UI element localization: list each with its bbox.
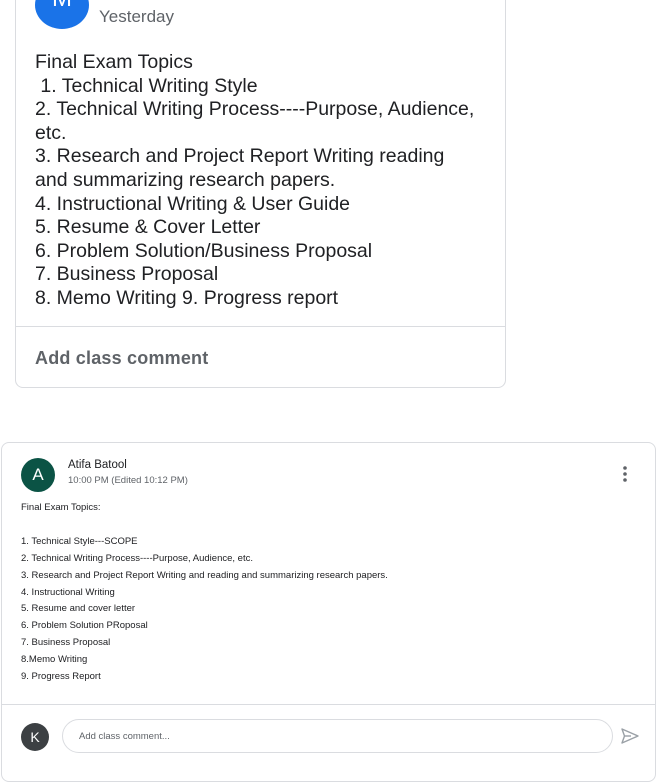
post-body-line: 3. Research and Project Report Writing r… — [35, 145, 445, 168]
post-body-line: and summarizing research papers. — [35, 168, 336, 191]
post-body: Final Exam Topics 1. Technical Writing S… — [35, 51, 495, 311]
class-comment-input[interactable] — [62, 719, 613, 753]
avatar-letter: K — [30, 729, 40, 745]
post-body-line: 4. Instructional Writing & User Guide — [35, 192, 351, 215]
post-title: Final Exam Topics: — [21, 502, 101, 513]
post-card-2: A Atifa Batool 10:00 PM (Edited 10:12 PM… — [1, 442, 656, 782]
post-body-line: 7. Business Proposal — [35, 263, 219, 286]
post-body-line: 8. Memo Writing 9. Progress report — [35, 286, 339, 309]
author-avatar[interactable]: A — [21, 458, 55, 492]
list-item: 1. Technical Style---SCOPE — [21, 535, 138, 547]
list-item: 2. Technical Writing Process----Purpose,… — [21, 552, 253, 564]
more-vert-icon[interactable] — [616, 463, 634, 485]
send-icon[interactable] — [620, 727, 640, 745]
current-user-avatar: K — [21, 723, 49, 751]
post-body-line: 6. Problem Solution/Business Proposal — [35, 239, 373, 262]
list-item: 6. Problem Solution PRoposal — [21, 620, 148, 632]
add-class-comment-button[interactable]: Add class comment — [35, 348, 208, 369]
avatar-letter: A — [32, 465, 44, 484]
author-avatar[interactable]: M — [35, 0, 89, 29]
author-name: Atifa Batool — [68, 459, 127, 471]
post-time: 10:00 PM (Edited 10:12 PM) — [68, 475, 188, 486]
list-item: 3. Research and Project Report Writing a… — [21, 569, 388, 581]
list-item: 5. Resume and cover letter — [21, 603, 136, 615]
post-body-line: 5. Resume & Cover Letter — [35, 216, 261, 239]
post-date: Yesterday — [99, 7, 174, 26]
post-body-line: Final Exam Topics — [35, 51, 193, 73]
post-body-line: etc. — [35, 121, 67, 144]
post-body-line: 2. Technical Writing Process----Purpose,… — [35, 98, 475, 121]
divider — [2, 704, 655, 705]
avatar-letter: M — [52, 0, 72, 13]
post-body-line: 1. Technical Writing Style — [35, 74, 258, 97]
post-card-1: M Yesterday Final Exam Topics 1. Technic… — [15, 0, 506, 388]
divider — [16, 326, 505, 327]
list-item: 8.Memo Writing — [21, 654, 88, 666]
list-item: 9. Progress Report — [21, 671, 101, 683]
post-body: Final Exam Topics: 1. Technical Style---… — [21, 500, 621, 686]
list-item: 7. Business Proposal — [21, 637, 111, 649]
list-item: 4. Instructional Writing — [21, 586, 115, 598]
